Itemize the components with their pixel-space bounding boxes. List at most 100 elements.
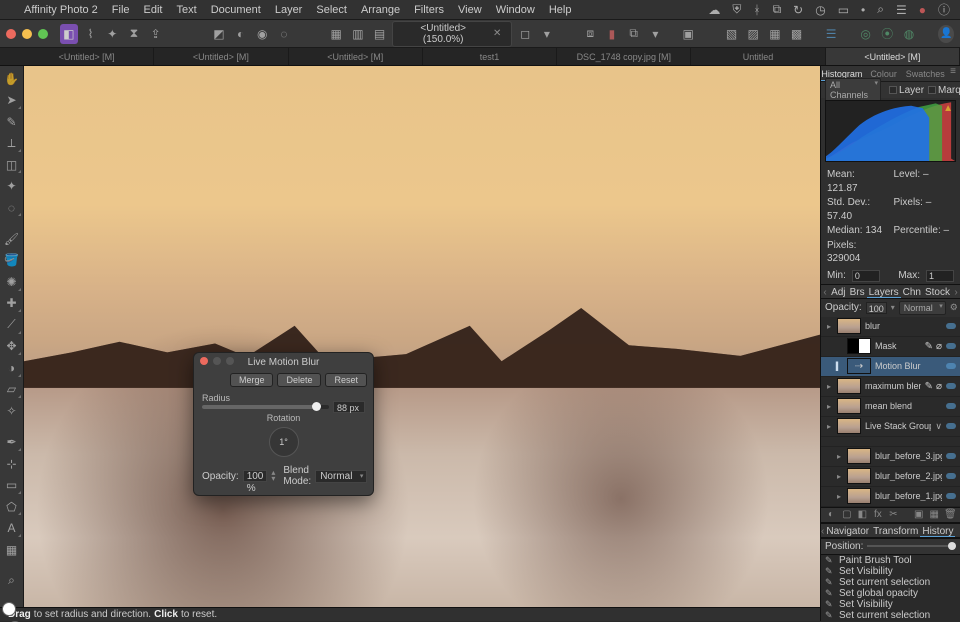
menu-window[interactable]: Window [496, 4, 535, 16]
persona-tone[interactable]: ⧗ [125, 24, 143, 44]
radius-value[interactable]: 88 px [333, 401, 365, 413]
tab-swatches[interactable]: Swatches [904, 66, 946, 81]
visibility-toggle[interactable] [946, 453, 956, 459]
toolbar-quicklook[interactable]: ◻ [516, 24, 534, 44]
visibility-toggle[interactable] [946, 493, 956, 499]
document-title-field[interactable]: <Untitled> (150.0%) ✕ [392, 21, 512, 47]
toolbar-group1[interactable]: ◎ [857, 24, 875, 44]
toolbar-quicklook-arrow[interactable]: ▾ [538, 24, 556, 44]
tool-shape-rect[interactable]: ▭ [3, 476, 21, 493]
info-icon[interactable]: ⓘ [938, 1, 950, 18]
dialog-blend-select[interactable]: Normal [315, 470, 367, 483]
menu-text[interactable]: Text [177, 4, 197, 16]
layer-opacity-value[interactable]: 100 % [866, 302, 887, 314]
menu-select[interactable]: Select [316, 4, 347, 16]
tool-view[interactable]: ✋ [3, 70, 21, 87]
toolbar-auto-contrast[interactable]: ◐ [232, 24, 250, 44]
tool-dodge[interactable]: ⟋ [3, 316, 21, 333]
layer-stack[interactable]: ▸Live Stack Group∨ [821, 417, 960, 437]
tool-selection-brush[interactable]: ✦ [3, 177, 21, 194]
tool-erase[interactable]: ▱ [3, 381, 21, 398]
tool-flood[interactable]: ◌ [3, 199, 21, 216]
layer-maxblend[interactable]: ▸maximum blend✎⌀ [821, 377, 960, 397]
history-item[interactable]: ✎Set current selection [821, 610, 960, 621]
visibility-toggle[interactable] [946, 473, 956, 479]
layer-delete-icon[interactable]: 🗑 [944, 509, 956, 520]
tool-colorpicker[interactable]: ✎ [3, 113, 21, 130]
toolbar-auto-wb[interactable]: ◌ [275, 24, 293, 44]
dialog-opacity-stepper[interactable]: ▴▾ [271, 470, 275, 482]
panel-menu-icon[interactable]: ≡ [955, 524, 960, 537]
tab-adjustments[interactable]: Adj [829, 285, 848, 298]
menu-file[interactable]: File [112, 4, 130, 16]
tool-blur[interactable]: ◑ [3, 359, 21, 376]
toolbar-selection-int[interactable]: ▤ [371, 24, 389, 44]
foreground-color[interactable] [2, 602, 16, 616]
doc-tab-6[interactable]: <Untitled> [M] [826, 48, 960, 65]
delete-button[interactable]: Delete [277, 373, 321, 387]
tab-history[interactable]: History [920, 524, 955, 537]
doc-tab-1[interactable]: <Untitled> [M] [154, 48, 288, 65]
menu-edit[interactable]: Edit [144, 4, 163, 16]
doc-tab-2[interactable]: <Untitled> [M] [289, 48, 423, 65]
layer-adjust-icon[interactable]: ◧ [857, 509, 869, 520]
gear-icon[interactable]: ⚙ [950, 302, 958, 313]
toolbar-auto-colors[interactable]: ◉ [253, 24, 271, 44]
layer-meanblend[interactable]: ▸mean blend [821, 397, 960, 417]
tool-paint[interactable]: 🖌 [3, 230, 21, 247]
history-position-slider[interactable] [867, 545, 956, 547]
record-icon[interactable]: ● [919, 3, 926, 17]
tab-transform[interactable]: Transform [871, 524, 920, 537]
layer-mask-icon[interactable]: ▢ [841, 509, 853, 520]
menu-filters[interactable]: Filters [414, 4, 444, 16]
clock-icon[interactable]: ◷ [815, 3, 825, 17]
bluetooth-icon[interactable]: ᚼ [753, 3, 760, 17]
account-avatar[interactable]: 👤 [938, 25, 954, 43]
window-traffic-lights[interactable] [6, 29, 48, 39]
tool-move[interactable]: ➤ [3, 91, 21, 108]
toolbar-selection-add[interactable]: ▦ [327, 24, 345, 44]
visibility-toggle[interactable] [946, 423, 956, 429]
tool-heal[interactable]: ✚ [3, 295, 21, 312]
toolbar-align2[interactable]: ⧉ [625, 24, 643, 44]
search-icon[interactable]: ⌕ [877, 2, 884, 17]
tool-mesh[interactable]: ▦ [3, 541, 21, 558]
clear-icon[interactable]: ✕ [493, 28, 501, 39]
persona-develop[interactable]: ✦ [103, 24, 121, 44]
toolbar-assistant[interactable]: ▣ [679, 24, 697, 44]
menu-help[interactable]: Help [549, 4, 572, 16]
layer-blend-select[interactable]: Normal [899, 301, 946, 315]
radius-slider[interactable] [202, 405, 329, 409]
layer-mask[interactable]: Mask✎⌀ [821, 337, 960, 357]
doc-tab-5[interactable]: Untitled [691, 48, 825, 65]
toolbar-snapping[interactable]: ⧈ [581, 24, 599, 44]
tool-stamp[interactable]: ✺ [3, 273, 21, 290]
layer-b1[interactable]: ▸blur_before_1.jpg [821, 487, 960, 507]
histogram-max-input[interactable] [926, 270, 954, 282]
toolbar-align2b[interactable]: ▾ [647, 24, 665, 44]
sync-icon[interactable]: ↻ [793, 3, 803, 17]
persona-export[interactable]: ⇪ [147, 24, 165, 44]
visibility-toggle[interactable] [946, 403, 956, 409]
doc-tab-3[interactable]: test1 [423, 48, 557, 65]
tab-channels[interactable]: Chn [901, 285, 923, 298]
dialog-traffic-lights[interactable] [200, 357, 234, 365]
layer-crop-icon[interactable]: ✂ [888, 509, 900, 520]
tool-clone[interactable]: ✥ [3, 338, 21, 355]
tab-stock[interactable]: Stock [923, 285, 952, 298]
dialog-titlebar[interactable]: Live Motion Blur [194, 353, 373, 371]
shield-icon[interactable]: ⛨ [732, 2, 741, 17]
tool-crop[interactable]: ⟂ [3, 134, 21, 151]
doc-tab-4[interactable]: DSC_1748 copy.jpg [M] [557, 48, 691, 65]
dot-icon[interactable]: • [861, 3, 865, 17]
histogram-channel-select[interactable]: All Channels [825, 78, 881, 102]
toolbar-group2[interactable]: ⦿ [878, 24, 896, 44]
menu-layer[interactable]: Layer [275, 4, 303, 16]
app-menu[interactable]: Affinity Photo 2 [24, 4, 98, 16]
tool-zoom[interactable]: ⌕ [3, 572, 21, 589]
panel-menu-icon[interactable]: ≡ [946, 66, 960, 81]
canvas-area[interactable]: Live Motion Blur Merge Delete Reset Radi… [24, 66, 820, 621]
tool-pen[interactable]: ✒ [3, 433, 21, 450]
histogram-layer-checkbox[interactable]: Layer [889, 85, 924, 96]
toolbar-order4[interactable]: ▩ [788, 24, 806, 44]
